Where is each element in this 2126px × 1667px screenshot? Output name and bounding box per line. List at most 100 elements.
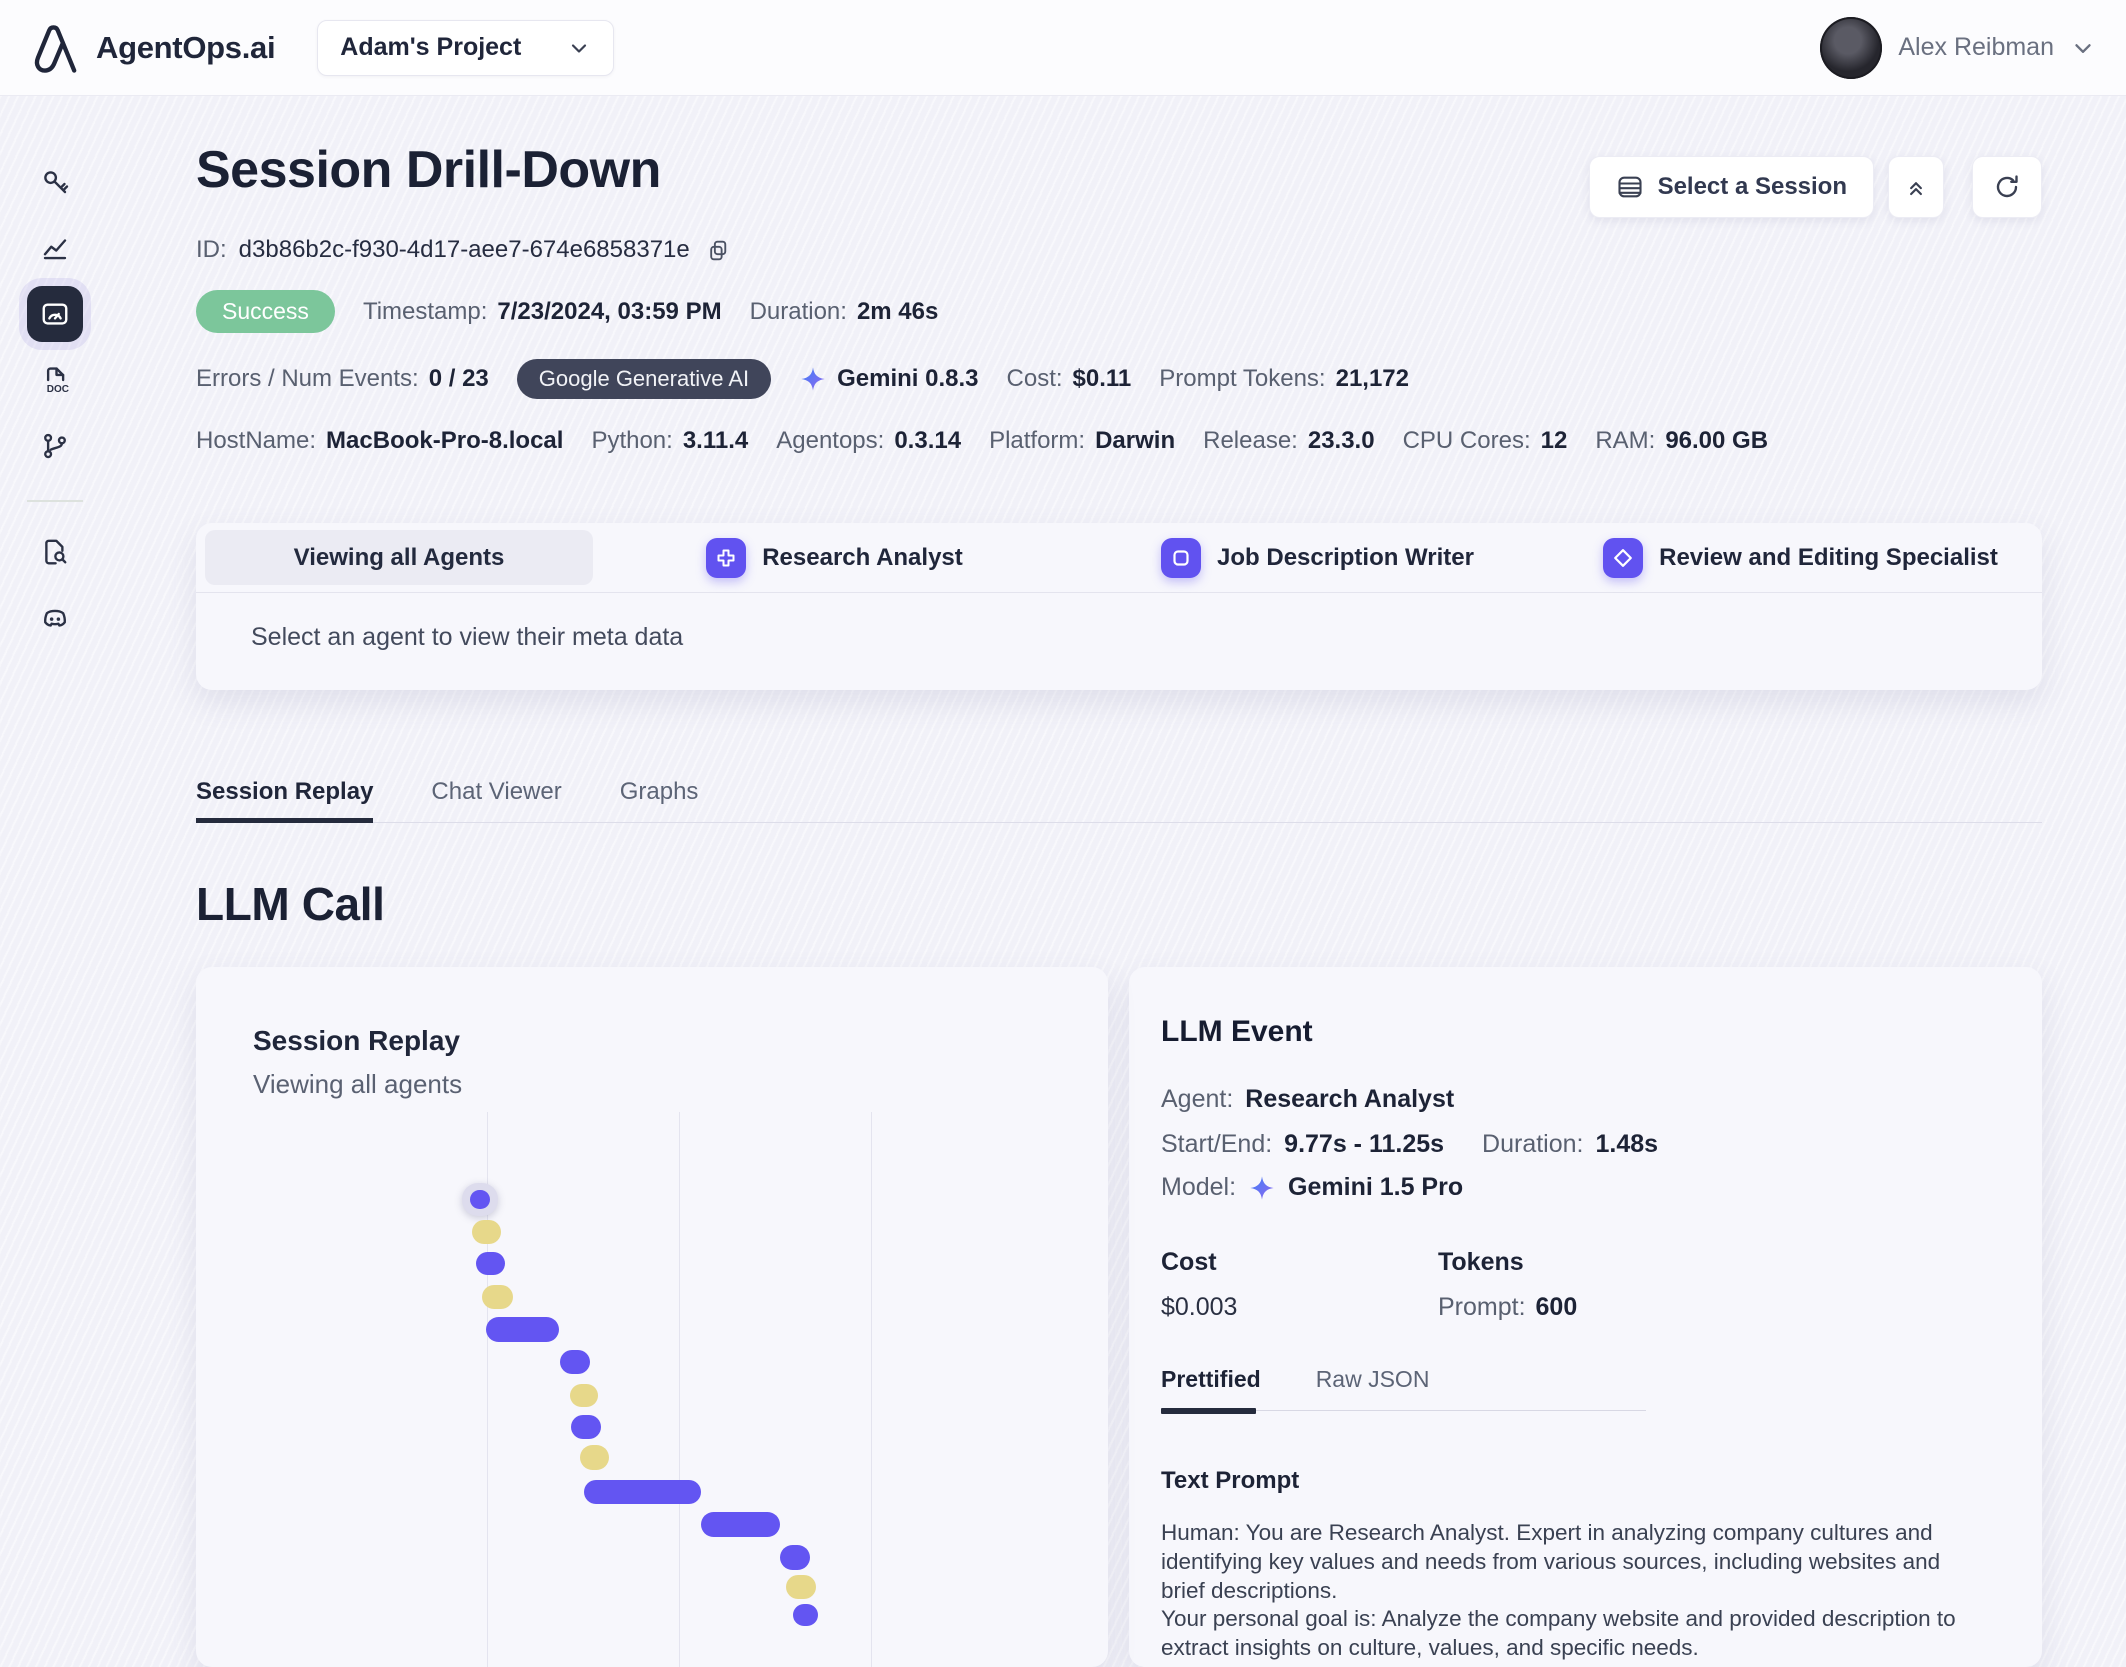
llm-event-bar[interactable] — [560, 1350, 590, 1374]
table-icon — [1616, 173, 1644, 201]
agents-tabs: Viewing all Agents Research Analyst Job … — [196, 523, 2042, 593]
avatar — [1820, 16, 1883, 79]
release-value: 23.3.0 — [1307, 427, 1375, 454]
event-cost-tokens: Cost $0.003 Tokens Prompt: 600 — [1161, 1248, 2006, 1322]
agents-tab-research-analyst[interactable]: Research Analyst — [593, 523, 1076, 592]
sidebar-item-analytics[interactable] — [27, 220, 83, 276]
chevron-down-icon — [567, 36, 591, 60]
cpu-label: CPU Cores: — [1402, 427, 1531, 454]
ram-label: RAM: — [1595, 427, 1656, 454]
tool-event-bar[interactable] — [472, 1220, 501, 1244]
llm-event-bar[interactable] — [584, 1480, 701, 1504]
agents-tab-job-description-writer[interactable]: Job Description Writer — [1076, 523, 1559, 592]
tool-event-bar[interactable] — [570, 1384, 598, 1407]
agents-tab-review-editing-specialist[interactable]: Review and Editing Specialist — [1559, 523, 2042, 592]
plus-badge-icon — [706, 537, 747, 578]
tab-raw-json[interactable]: Raw JSON — [1316, 1366, 1430, 1393]
sidebar-item-session-search[interactable] — [27, 524, 83, 580]
prompt-label: Prompt: — [1438, 1293, 1526, 1321]
duration-label: Duration: — [749, 297, 847, 325]
select-session-button[interactable]: Select a Session — [1588, 156, 1874, 218]
tool-event-bar[interactable] — [786, 1575, 816, 1599]
chart-gridline — [871, 1112, 872, 1667]
agentops-value: 0.3.14 — [894, 427, 962, 454]
llm-event-bar[interactable] — [793, 1604, 818, 1626]
session-meta-row: Errors / Num Events: 0 / 23 Google Genera… — [196, 359, 2042, 399]
discord-icon — [40, 603, 70, 633]
tool-event-bar[interactable] — [482, 1285, 513, 1309]
refresh-button[interactable] — [1972, 156, 2042, 218]
replay-chart — [196, 1112, 1108, 1667]
release-label: Release: — [1203, 427, 1298, 454]
diamond-badge-icon — [1603, 537, 1644, 578]
user-menu[interactable]: Alex Reibman — [1820, 16, 2096, 79]
cost-heading: Cost — [1161, 1248, 1217, 1276]
user-name: Alex Reibman — [1898, 33, 2054, 61]
start-end-label: Start/End: — [1161, 1130, 1273, 1158]
tokens-heading: Tokens — [1438, 1248, 1524, 1276]
gemini-star-icon — [799, 365, 827, 393]
dashboard-gauge-icon — [40, 299, 70, 329]
sidebar-item-discord[interactable] — [27, 590, 83, 646]
cpu-value: 12 — [1540, 427, 1568, 454]
llm-event-bar[interactable] — [476, 1252, 505, 1275]
main-content: Session Drill-Down Select a Session ID: … — [110, 96, 2126, 1667]
refresh-icon — [1992, 172, 2022, 202]
python-label: Python: — [591, 427, 673, 454]
platform-label: Platform: — [989, 427, 1086, 454]
llm-event-bar[interactable] — [470, 1190, 490, 1209]
collapse-button[interactable] — [1888, 156, 1944, 218]
tool-event-bar[interactable] — [580, 1445, 609, 1470]
errors-label: Errors / Num Events: — [196, 365, 419, 392]
agents-card: Viewing all Agents Research Analyst Job … — [196, 523, 2042, 690]
copy-icon[interactable] — [706, 238, 731, 263]
llm-event-bar[interactable] — [486, 1317, 559, 1342]
prompt-paragraph: Your personal goal is: Analyze the compa… — [1161, 1606, 1956, 1661]
ram-value: 96.00 GB — [1665, 427, 1769, 454]
square-badge-icon — [1161, 537, 1202, 578]
agent-label: Research Analyst — [762, 543, 963, 571]
sdk-version: Gemini 0.8.3 — [837, 365, 979, 392]
event-duration-label: Duration: — [1482, 1130, 1584, 1158]
llm-event-bar[interactable] — [571, 1415, 601, 1439]
tab-chat-viewer[interactable]: Chat Viewer — [431, 778, 561, 823]
replay-card-subtitle: Viewing all agents — [253, 1069, 463, 1099]
session-id-label: ID: — [196, 236, 227, 263]
sidebar: DOC — [0, 96, 110, 1590]
agents-hint: Select an agent to view their meta data — [251, 623, 684, 651]
agentops-logo-icon — [30, 21, 82, 75]
tab-prettified[interactable]: Prettified — [1161, 1366, 1261, 1393]
section-heading: LLM Call — [196, 878, 385, 930]
prompt-tokens-label: Prompt Tokens: — [1159, 365, 1326, 392]
sidebar-item-docs[interactable]: DOC — [27, 352, 83, 408]
page-title: Session Drill-Down — [196, 141, 661, 199]
session-id-row: ID: d3b86b2c-f930-4d17-aee7-674e6858371e — [196, 236, 2042, 264]
timestamp-value: 7/23/2024, 03:59 PM — [497, 297, 722, 325]
app-header: AgentOps.ai Adam's Project Alex Reibman — [0, 0, 2126, 96]
status-badge: Success — [196, 290, 335, 333]
sidebar-item-traces[interactable] — [27, 418, 83, 474]
provider-badge: Google Generative AI — [516, 359, 772, 399]
agentops-label: Agentops: — [776, 427, 885, 454]
event-timing-row: Start/End: 9.77s - 11.25s Duration: 1.48… — [1161, 1130, 2006, 1159]
tab-session-replay[interactable]: Session Replay — [196, 778, 374, 823]
llm-event-bar[interactable] — [780, 1545, 810, 1570]
project-selector[interactable]: Adam's Project — [317, 19, 615, 76]
key-icon — [40, 167, 70, 197]
chevrons-up-icon — [1903, 174, 1929, 200]
hostname-label: HostName: — [196, 427, 317, 454]
sidebar-item-session-drilldown[interactable] — [27, 286, 83, 342]
agent-label: Review and Editing Specialist — [1659, 543, 1998, 571]
event-card-title: LLM Event — [1161, 1015, 1313, 1048]
sidebar-item-api-keys[interactable] — [27, 154, 83, 210]
doc-search-icon — [40, 537, 70, 567]
event-duration-value: 1.48s — [1595, 1130, 1659, 1158]
event-cost-value: $0.003 — [1161, 1293, 1238, 1321]
event-tabs-active-underline — [1161, 1408, 1256, 1414]
agents-tab-all[interactable]: Viewing all Agents — [205, 530, 593, 585]
model-value: Gemini 1.5 Pro — [1288, 1173, 1464, 1201]
duration-value: 2m 46s — [856, 297, 939, 325]
gemini-star-icon — [1248, 1174, 1276, 1202]
llm-event-bar[interactable] — [701, 1512, 780, 1537]
tab-graphs[interactable]: Graphs — [620, 778, 699, 823]
